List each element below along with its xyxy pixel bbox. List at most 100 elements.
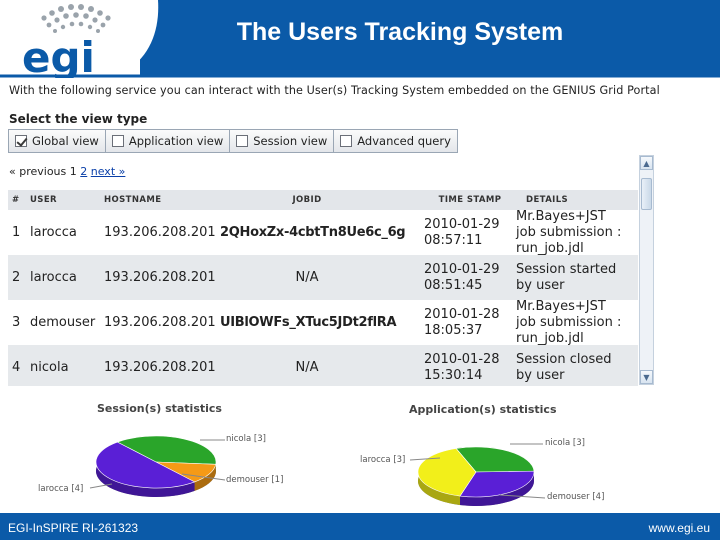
logo-text: egi <box>22 33 95 78</box>
view-type-tabs: Global view Application view Session vie… <box>8 129 458 153</box>
col-jobid[interactable]: JOBID <box>220 195 424 205</box>
footer-website[interactable]: www.egi.eu <box>649 521 710 535</box>
row-hostname: 193.206.208.201 <box>104 225 216 240</box>
pie-depth <box>96 445 216 497</box>
tab-session-view[interactable]: Session view <box>230 130 335 152</box>
leader-line <box>409 457 441 461</box>
row-date: 2010-01-28 <box>424 306 500 322</box>
details-line: Session started <box>516 261 617 277</box>
row-details: Mr.Bayes+JST job submission : run_job.jd… <box>516 209 638 257</box>
tracking-table: # USER HOSTNAME JOBID TIME STAMP DETAILS… <box>8 190 638 386</box>
leader-line <box>499 494 546 499</box>
pie-slice-side-larocca <box>460 471 534 506</box>
table-row[interactable]: 4 nicola 193.206.208.201 N/A 2010-01-28 … <box>8 345 638 386</box>
tab-label: Advanced query <box>357 134 451 148</box>
session-label-demouser: demouser [1] <box>226 475 284 485</box>
col-hostname[interactable]: HOSTNAME <box>104 195 220 205</box>
intro-text: With the following service you can inter… <box>9 84 660 97</box>
pie-slice-side-larocca <box>96 442 195 497</box>
row-time: 18:05:37 <box>424 322 483 338</box>
application-view-checkbox[interactable] <box>111 135 124 147</box>
scroll-up-icon[interactable]: ▲ <box>640 156 653 170</box>
session-view-checkbox[interactable] <box>236 135 249 147</box>
pie-slice-side-demouser <box>417 448 461 506</box>
table-row[interactable]: 1 larocca 193.206.208.201 2QHoxZx-4cbtTn… <box>8 209 638 257</box>
row-jobid: N/A <box>295 270 319 285</box>
pie-slice-side-nicola <box>456 447 534 481</box>
details-line: job submission : <box>516 314 622 330</box>
app-label-demouser: demouser [4] <box>547 492 605 502</box>
row-details: Session closed by user <box>516 352 638 384</box>
tab-advanced-query[interactable]: Advanced query <box>334 130 457 152</box>
row-timestamp: 2010-01-28 18:05:37 <box>424 307 516 339</box>
details-line: by user <box>516 277 565 293</box>
pager-page-1[interactable]: 1 <box>70 165 77 178</box>
footer-project-id: EGI-InSPIRE RI-261323 <box>8 521 139 535</box>
application-pie <box>417 446 535 506</box>
pagination: « previous 1 2 next » <box>9 165 125 178</box>
details-line: Session closed <box>516 351 612 367</box>
tab-application-view[interactable]: Application view <box>105 130 231 152</box>
row-timestamp: 2010-01-29 08:57:11 <box>424 217 516 249</box>
session-label-nicola: nicola [3] <box>226 434 266 444</box>
tab-global-view[interactable]: Global view <box>9 130 106 152</box>
logo-dots-icon <box>41 4 111 33</box>
col-details[interactable]: DETAILS <box>516 192 638 208</box>
tab-label: Global view <box>32 134 99 148</box>
row-time: 15:30:14 <box>424 367 483 383</box>
leader-line <box>181 473 226 481</box>
global-view-checkbox[interactable] <box>15 135 27 147</box>
details-line: run_job.jdl <box>516 330 584 346</box>
row-jobid: UIBlOWFs_XTuc5JDt2flRA <box>220 315 397 330</box>
pager-next[interactable]: next » <box>91 165 126 178</box>
row-num: 2 <box>12 270 21 285</box>
col-timestamp[interactable]: TIME STAMP <box>424 192 516 208</box>
app-label-larocca: larocca [3] <box>360 455 406 465</box>
table-header: # USER HOSTNAME JOBID TIME STAMP DETAILS <box>8 190 638 210</box>
row-details: Mr.Bayes+JST job submission : run_job.jd… <box>516 299 638 347</box>
row-user: larocca <box>30 225 77 240</box>
row-details: Session started by user <box>516 262 638 294</box>
pie-slice-demouser <box>155 461 217 483</box>
row-time: 08:57:11 <box>424 232 483 248</box>
pager-page-2[interactable]: 2 <box>80 165 87 178</box>
session-stats-title: Session(s) statistics <box>97 402 222 415</box>
table-scrollbar[interactable]: ▲ ▼ <box>639 155 654 385</box>
pie-slice-demouser <box>417 448 477 497</box>
row-num: 1 <box>12 225 21 240</box>
egi-logo: egi <box>0 0 160 82</box>
row-time: 08:51:45 <box>424 277 483 293</box>
col-num[interactable]: # <box>8 195 30 205</box>
table-row[interactable]: 2 larocca 193.206.208.201 N/A 2010-01-29… <box>8 255 638 300</box>
details-line: Mr.Bayes+JST <box>516 298 606 314</box>
row-date: 2010-01-28 <box>424 351 500 367</box>
col-user[interactable]: USER <box>30 195 104 205</box>
row-date: 2010-01-29 <box>424 216 500 232</box>
row-timestamp: 2010-01-29 08:51:45 <box>424 262 516 294</box>
row-hostname: 193.206.208.201 <box>104 270 216 285</box>
view-type-heading: Select the view type <box>9 112 148 126</box>
pager-previous[interactable]: « previous <box>9 165 66 178</box>
row-hostname: 193.206.208.201 <box>104 360 216 375</box>
table-row[interactable]: 3 demouser 193.206.208.201 UIBlOWFs_XTuc… <box>8 299 638 347</box>
pie-slice-larocca <box>95 441 196 489</box>
scroll-thumb[interactable] <box>641 178 652 210</box>
row-jobid: N/A <box>295 360 319 375</box>
pie-slice-side-demouser <box>194 464 216 491</box>
scroll-down-icon[interactable]: ▼ <box>640 370 653 384</box>
slide-footer: EGI-InSPIRE RI-261323 www.egi.eu <box>0 513 720 540</box>
slide-header: egi The Users Tracking System <box>0 0 720 82</box>
pie-slice-nicola <box>116 435 217 465</box>
row-user: demouser <box>30 315 96 330</box>
details-line: Mr.Bayes+JST <box>516 208 606 224</box>
session-pie <box>95 435 217 497</box>
row-num: 4 <box>12 360 21 375</box>
row-num: 3 <box>12 315 21 330</box>
app-label-nicola: nicola [3] <box>545 438 585 448</box>
row-timestamp: 2010-01-28 15:30:14 <box>424 352 516 384</box>
row-hostname: 193.206.208.201 <box>104 315 216 330</box>
pie-slice-nicola <box>455 446 535 473</box>
details-line: by user <box>516 367 565 383</box>
details-line: run_job.jdl <box>516 240 584 256</box>
advanced-query-checkbox[interactable] <box>340 135 353 147</box>
